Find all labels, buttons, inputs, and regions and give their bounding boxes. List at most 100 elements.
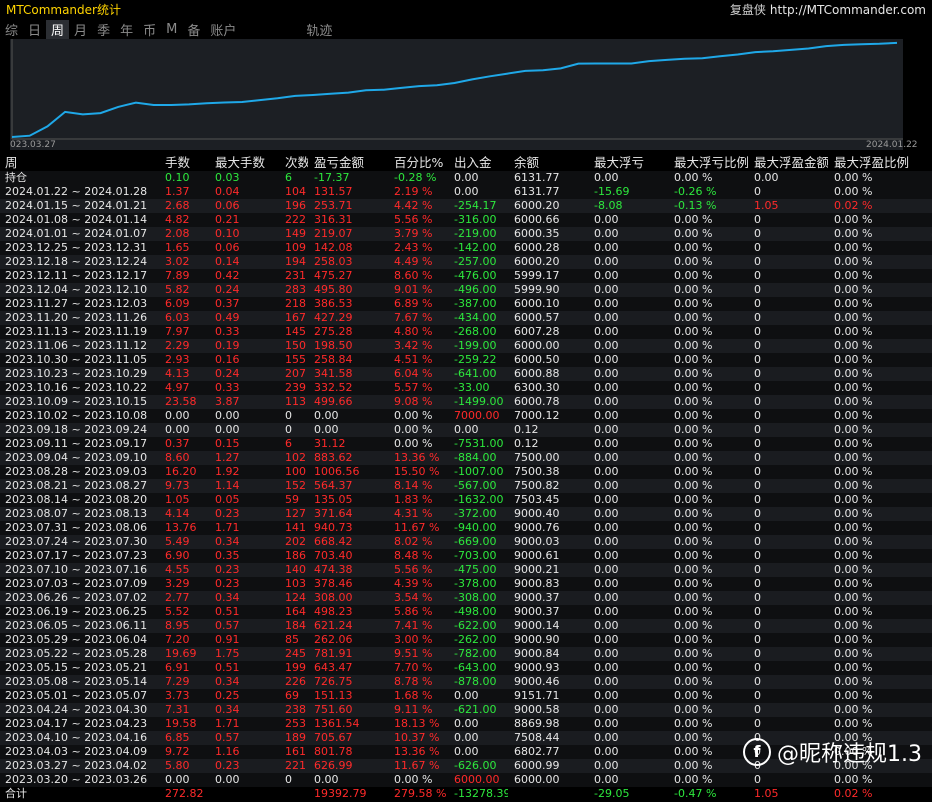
holding-row[interactable]: 持仓 0.10 0.03 6 -17.37 -0.28 % 0.00 6131.77 0.00 0… — [0, 171, 932, 185]
tab-8[interactable]: 备 — [182, 20, 205, 39]
col-header-1[interactable]: 手数 — [159, 154, 209, 171]
table-row[interactable]: 2023.12.11 ~ 2023.12.17 7.89 0.42 231 475.27… — [0, 269, 932, 283]
cell-8: 0.00 — [594, 381, 619, 394]
cell-10: 0 — [754, 409, 761, 422]
table-row[interactable]: 2023.11.13 ~ 2023.11.19 7.97 0.33 145 275.28… — [0, 325, 932, 339]
table-row[interactable]: 2023.08.21 ~ 2023.08.27 9.73 1.14 152 564.37… — [0, 479, 932, 493]
cell-0: 2023.12.18 ~ 2023.12.24 — [5, 255, 148, 268]
table-row[interactable]: 2023.09.18 ~ 2023.09.24 0.00 0.00 0 0.00 0.00… — [0, 423, 932, 437]
table-row[interactable]: 2023.10.23 ~ 2023.10.29 4.13 0.24 207 341.58… — [0, 367, 932, 381]
cell-3: 69 — [285, 689, 299, 702]
tab-1[interactable]: 日 — [23, 20, 46, 39]
table-row[interactable]: 2023.07.31 ~ 2023.08.06 13.76 1.71 141 940.7… — [0, 521, 932, 535]
table-row[interactable]: 2023.08.07 ~ 2023.08.13 4.14 0.23 127 371.64… — [0, 507, 932, 521]
table-row[interactable]: 2023.10.30 ~ 2023.11.05 2.93 0.16 155 258.84… — [0, 353, 932, 367]
cell-11: 0.00 % — [834, 325, 873, 338]
tab-5[interactable]: 年 — [115, 20, 138, 39]
cell-2: 0.00 — [215, 773, 240, 786]
tab-10[interactable]: 轨迹 — [301, 20, 337, 39]
table-row[interactable]: 2023.05.29 ~ 2023.06.04 7.20 0.91 85 262.06 3… — [0, 633, 932, 647]
col-header-0[interactable]: 周 — [0, 154, 159, 171]
tab-4[interactable]: 季 — [92, 20, 115, 39]
col-header-3[interactable]: 次数 — [279, 154, 308, 171]
table-row[interactable]: 2023.12.18 ~ 2023.12.24 3.02 0.14 194 258.03… — [0, 255, 932, 269]
table-row[interactable]: 2023.12.25 ~ 2023.12.31 1.65 0.06 109 142.08… — [0, 241, 932, 255]
cell-7: 0.12 — [514, 437, 539, 450]
table-row[interactable]: 2023.05.01 ~ 2023.05.07 3.73 0.25 69 151.13 1… — [0, 689, 932, 703]
cell-9: 0.00 % — [674, 479, 713, 492]
table-row[interactable]: 2024.01.15 ~ 2024.01.21 2.68 0.06 196 253.71… — [0, 199, 932, 213]
table-row[interactable]: 2023.07.17 ~ 2023.07.23 6.90 0.35 186 703.40… — [0, 549, 932, 563]
cell-2: 0.24 — [215, 367, 240, 380]
table-row[interactable]: 2023.05.15 ~ 2023.05.21 6.91 0.51 199 643.47… — [0, 661, 932, 675]
cell-8: 0.00 — [594, 227, 619, 240]
table-row[interactable]: 2023.06.19 ~ 2023.06.25 5.52 0.51 164 498.23… — [0, 605, 932, 619]
cell-4: 498.23 — [314, 605, 353, 618]
total-row[interactable]: 合计 272.82 19392.79 279.58 % -13278.39 -29.05-… — [0, 787, 932, 801]
table-row[interactable]: 2023.03.20 ~ 2023.03.26 0.00 0.00 0 0.00 0.00… — [0, 773, 932, 787]
cell-1: 6.91 — [165, 661, 190, 674]
tab-9[interactable]: 账户 — [205, 20, 241, 39]
table-row[interactable]: 2023.10.16 ~ 2023.10.22 4.97 0.33 239 332.52… — [0, 381, 932, 395]
cell-5: 0.00 % — [394, 437, 433, 450]
equity-chart-svg — [11, 39, 903, 140]
cell-8: 0.00 — [594, 563, 619, 576]
table-row[interactable]: 2023.06.05 ~ 2023.06.11 8.95 0.57 184 621.24… — [0, 619, 932, 633]
col-header-4[interactable]: 盈亏金额 — [308, 154, 388, 171]
col-header-6[interactable]: 出入金 — [448, 154, 508, 171]
cell-7: 5999.90 — [514, 283, 560, 296]
cell-8: 0.00 — [594, 395, 619, 408]
cell-0: 2023.03.27 ~ 2023.04.02 — [5, 759, 148, 772]
cell-0: 持仓 — [0, 171, 159, 185]
col-header-10[interactable]: 最大浮盈金额 — [748, 154, 828, 171]
table-row[interactable]: 2023.12.04 ~ 2023.12.10 5.82 0.24 283 495.80… — [0, 283, 932, 297]
table-row[interactable]: 2023.10.02 ~ 2023.10.08 0.00 0.00 0 0.00 0.00… — [0, 409, 932, 423]
table-row[interactable]: 2023.06.26 ~ 2023.07.02 2.77 0.34 124 308.00… — [0, 591, 932, 605]
table-row[interactable]: 2023.11.06 ~ 2023.11.12 2.29 0.19 150 198.50… — [0, 339, 932, 353]
table-row[interactable]: 2023.07.10 ~ 2023.07.16 4.55 0.23 140 474.38… — [0, 563, 932, 577]
table-row[interactable]: 2024.01.01 ~ 2024.01.07 2.08 0.10 149 219.07… — [0, 227, 932, 241]
table-row[interactable]: 2023.09.04 ~ 2023.09.10 8.60 1.27 102 883.62… — [0, 451, 932, 465]
table-row[interactable]: 2024.01.08 ~ 2024.01.14 4.82 0.21 222 316.31… — [0, 213, 932, 227]
table-row[interactable]: 2023.05.22 ~ 2023.05.28 19.69 1.75 245 781.9… — [0, 647, 932, 661]
site-url[interactable]: http://MTCommander.com — [770, 3, 926, 17]
table-row[interactable]: 2023.08.28 ~ 2023.09.03 16.20 1.92 100 1006.… — [0, 465, 932, 479]
cell-1: 6.85 — [165, 731, 190, 744]
cell-4: 726.75 — [314, 675, 353, 688]
table-row[interactable]: 2023.07.03 ~ 2023.07.09 3.29 0.23 103 378.46… — [0, 577, 932, 591]
tab-6[interactable]: 币 — [138, 20, 161, 39]
cell-0: 2023.08.28 ~ 2023.09.03 — [5, 465, 148, 478]
cell-3: 196 — [285, 199, 306, 212]
site-link[interactable]: 复盘侠 http://MTCommander.com — [730, 1, 932, 18]
col-header-9[interactable]: 最大浮亏比例 — [668, 154, 748, 171]
tab-0[interactable]: 综 — [0, 20, 23, 39]
cell-8: 0.00 — [594, 339, 619, 352]
cell-11: 0.00 % — [834, 241, 873, 254]
col-header-7[interactable]: 余额 — [508, 154, 588, 171]
table-row[interactable]: 2023.08.14 ~ 2023.08.20 1.05 0.05 59 135.05 1… — [0, 493, 932, 507]
cell-9: -0.13 % — [674, 199, 717, 212]
tab-3[interactable]: 月 — [69, 20, 92, 39]
col-header-8[interactable]: 最大浮亏 — [588, 154, 668, 171]
table-row[interactable]: 2023.04.17 ~ 2023.04.23 19.58 1.71 253 1361.… — [0, 717, 932, 731]
tab-2[interactable]: 周 — [46, 19, 70, 39]
cell-6: -703.00 — [454, 549, 497, 562]
table-row[interactable]: 2023.04.24 ~ 2023.04.30 7.31 0.34 238 751.60… — [0, 703, 932, 717]
cell-11: 0.00 % — [834, 647, 873, 660]
table-row[interactable]: 2023.07.24 ~ 2023.07.30 5.49 0.34 202 668.42… — [0, 535, 932, 549]
col-header-11[interactable]: 最大浮盈比例 — [828, 154, 932, 171]
cell-4: 801.78 — [314, 745, 353, 758]
cell-4: 378.46 — [314, 577, 353, 590]
table-row[interactable]: 2023.05.08 ~ 2023.05.14 7.29 0.34 226 726.75… — [0, 675, 932, 689]
col-header-2[interactable]: 最大手数 — [209, 154, 279, 171]
table-row[interactable]: 2023.11.27 ~ 2023.12.03 6.09 0.37 218 386.53… — [0, 297, 932, 311]
table-row[interactable]: 2023.09.11 ~ 2023.09.17 0.37 0.15 6 31.12 0.0… — [0, 437, 932, 451]
col-header-5[interactable]: 百分比% — [388, 154, 448, 171]
cell-1: 6.09 — [165, 297, 190, 310]
tab-7[interactable]: M — [161, 22, 182, 37]
table-row[interactable]: 2023.10.09 ~ 2023.10.15 23.58 3.87 113 499.6… — [0, 395, 932, 409]
cell-6: -669.00 — [454, 535, 497, 548]
table-row[interactable]: 2023.11.20 ~ 2023.11.26 6.03 0.49 167 427.29… — [0, 311, 932, 325]
table-row[interactable]: 2024.01.22 ~ 2024.01.28 1.37 0.04 104 131.57… — [0, 185, 932, 199]
cell-9: 0.00 % — [674, 297, 713, 310]
